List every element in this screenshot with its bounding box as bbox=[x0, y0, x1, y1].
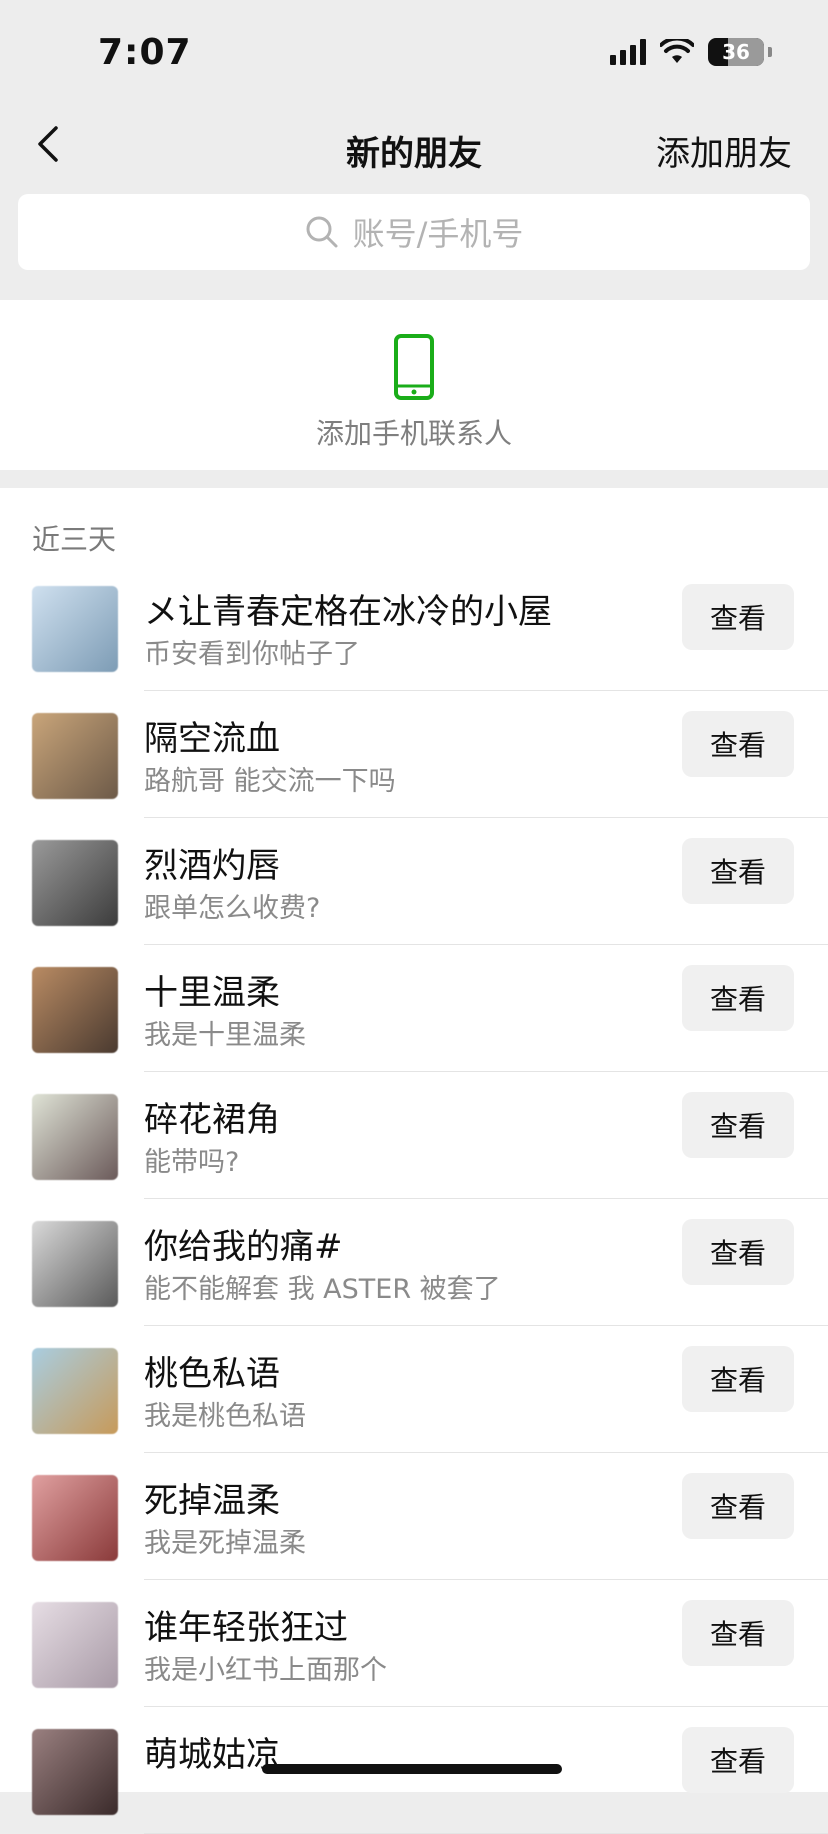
contact-name: 碎花裙角 bbox=[144, 1100, 280, 1140]
status-bar: 7:07 36 bbox=[0, 0, 828, 100]
search-input[interactable]: 账号/手机号 bbox=[18, 194, 810, 270]
battery-percent: 36 bbox=[722, 40, 750, 64]
avatar[interactable] bbox=[32, 967, 118, 1053]
add-phone-contacts-label: 添加手机联系人 bbox=[315, 417, 512, 450]
view-button[interactable]: 查看 bbox=[682, 1727, 794, 1793]
view-button[interactable]: 查看 bbox=[682, 1473, 794, 1539]
list-item[interactable]: 你给我的痛# 能不能解套 我 ASTER 被套了 查看 bbox=[0, 1199, 828, 1326]
view-button[interactable]: 查看 bbox=[682, 584, 794, 650]
contact-message: 我是小红书上面那个 bbox=[144, 1655, 387, 1686]
view-button[interactable]: 查看 bbox=[682, 838, 794, 904]
list-item[interactable]: メ让青春定格在冰冷的小屋币安看到你帖子了 查看 bbox=[0, 564, 828, 691]
contact-name: 十里温柔 bbox=[144, 973, 280, 1013]
new-friends-list: 近三天 メ让青春定格在冰冷的小屋 币安看到你帖子了 查看 隔空流血 路航哥 能交流一下吗… bbox=[0, 488, 828, 1834]
contact-name: 萌城姑凉 bbox=[144, 1735, 280, 1775]
view-button[interactable]: 查看 bbox=[682, 965, 794, 1031]
contact-name: 烈酒灼唇 bbox=[144, 846, 280, 886]
avatar[interactable] bbox=[32, 1729, 118, 1815]
search-placeholder: 账号/手机号 bbox=[352, 215, 524, 253]
list-item[interactable]: 谁年轻张狂过我是小红书上面那个 查看 bbox=[0, 1580, 828, 1707]
view-button[interactable]: 查看 bbox=[682, 1219, 794, 1285]
avatar[interactable] bbox=[32, 1475, 118, 1561]
back-button[interactable] bbox=[26, 120, 74, 168]
search-area: 账号/手机号 bbox=[0, 194, 828, 300]
view-button[interactable]: 查看 bbox=[682, 1092, 794, 1158]
avatar[interactable] bbox=[32, 1094, 118, 1180]
battery-icon: 36 bbox=[708, 38, 764, 66]
list-item[interactable]: 桃色私语我是桃色私语 查看 bbox=[0, 1326, 828, 1453]
navigation-bar: 新的朋友 添加朋友 bbox=[0, 100, 828, 194]
cellular-signal-icon bbox=[610, 39, 646, 65]
section-header: 近三天 bbox=[32, 523, 117, 556]
contact-message: 能不能解套 我 ASTER 被套了 bbox=[144, 1274, 501, 1305]
add-friend-button[interactable]: 添加朋友 bbox=[656, 126, 792, 175]
avatar[interactable] bbox=[32, 1348, 118, 1434]
contact-message: 我是桃色私语 bbox=[144, 1401, 306, 1432]
avatar[interactable] bbox=[32, 1221, 118, 1307]
avatar[interactable] bbox=[32, 840, 118, 926]
view-button[interactable]: 查看 bbox=[682, 711, 794, 777]
status-time: 7:07 bbox=[98, 32, 192, 73]
search-icon bbox=[306, 216, 338, 248]
contact-name: メ让青春定格在冰冷的小屋 bbox=[144, 592, 552, 632]
list-item[interactable]: 死掉温柔我是死掉温柔 查看 bbox=[0, 1453, 828, 1580]
contact-name: 你给我的痛# bbox=[144, 1227, 343, 1267]
view-button[interactable]: 查看 bbox=[682, 1600, 794, 1666]
contact-message: 能带吗? bbox=[144, 1147, 240, 1178]
contact-name: 桃色私语 bbox=[144, 1354, 280, 1394]
contact-message: 我是十里温柔 bbox=[144, 1020, 306, 1051]
home-indicator[interactable] bbox=[262, 1764, 562, 1774]
phone-icon bbox=[394, 334, 434, 400]
view-button[interactable]: 查看 bbox=[682, 1346, 794, 1412]
add-phone-contacts-button[interactable]: 添加手机联系人 bbox=[0, 300, 828, 470]
list-item[interactable]: 碎花裙角能带吗? 查看 bbox=[0, 1072, 828, 1199]
contact-message: 路航哥 能交流一下吗 bbox=[144, 766, 396, 797]
contact-message: 币安看到你帖子了 bbox=[144, 639, 360, 670]
contact-rows: メ让青春定格在冰冷的小屋 币安看到你帖子了 查看 隔空流血 路航哥 能交流一下吗 查看 烈酒… bbox=[0, 564, 828, 1834]
avatar[interactable] bbox=[32, 586, 118, 672]
status-icons: 36 bbox=[610, 38, 772, 66]
avatar[interactable] bbox=[32, 713, 118, 799]
wifi-icon bbox=[660, 39, 694, 63]
avatar[interactable] bbox=[32, 1602, 118, 1688]
chevron-left-icon bbox=[38, 126, 58, 162]
contact-message: 我是死掉温柔 bbox=[144, 1528, 306, 1559]
list-item[interactable]: 十里温柔我是十里温柔 查看 bbox=[0, 945, 828, 1072]
contact-name: 隔空流血 bbox=[144, 719, 280, 759]
contact-name: 谁年轻张狂过 bbox=[144, 1608, 348, 1648]
contact-name: 死掉温柔 bbox=[144, 1481, 280, 1521]
battery-cap bbox=[768, 47, 772, 57]
list-item[interactable]: 烈酒灼唇跟单怎么收费? 查看 bbox=[0, 818, 828, 945]
list-item[interactable]: 隔空流血路航哥 能交流一下吗 查看 bbox=[0, 691, 828, 818]
contact-message: 跟单怎么收费? bbox=[144, 893, 321, 924]
